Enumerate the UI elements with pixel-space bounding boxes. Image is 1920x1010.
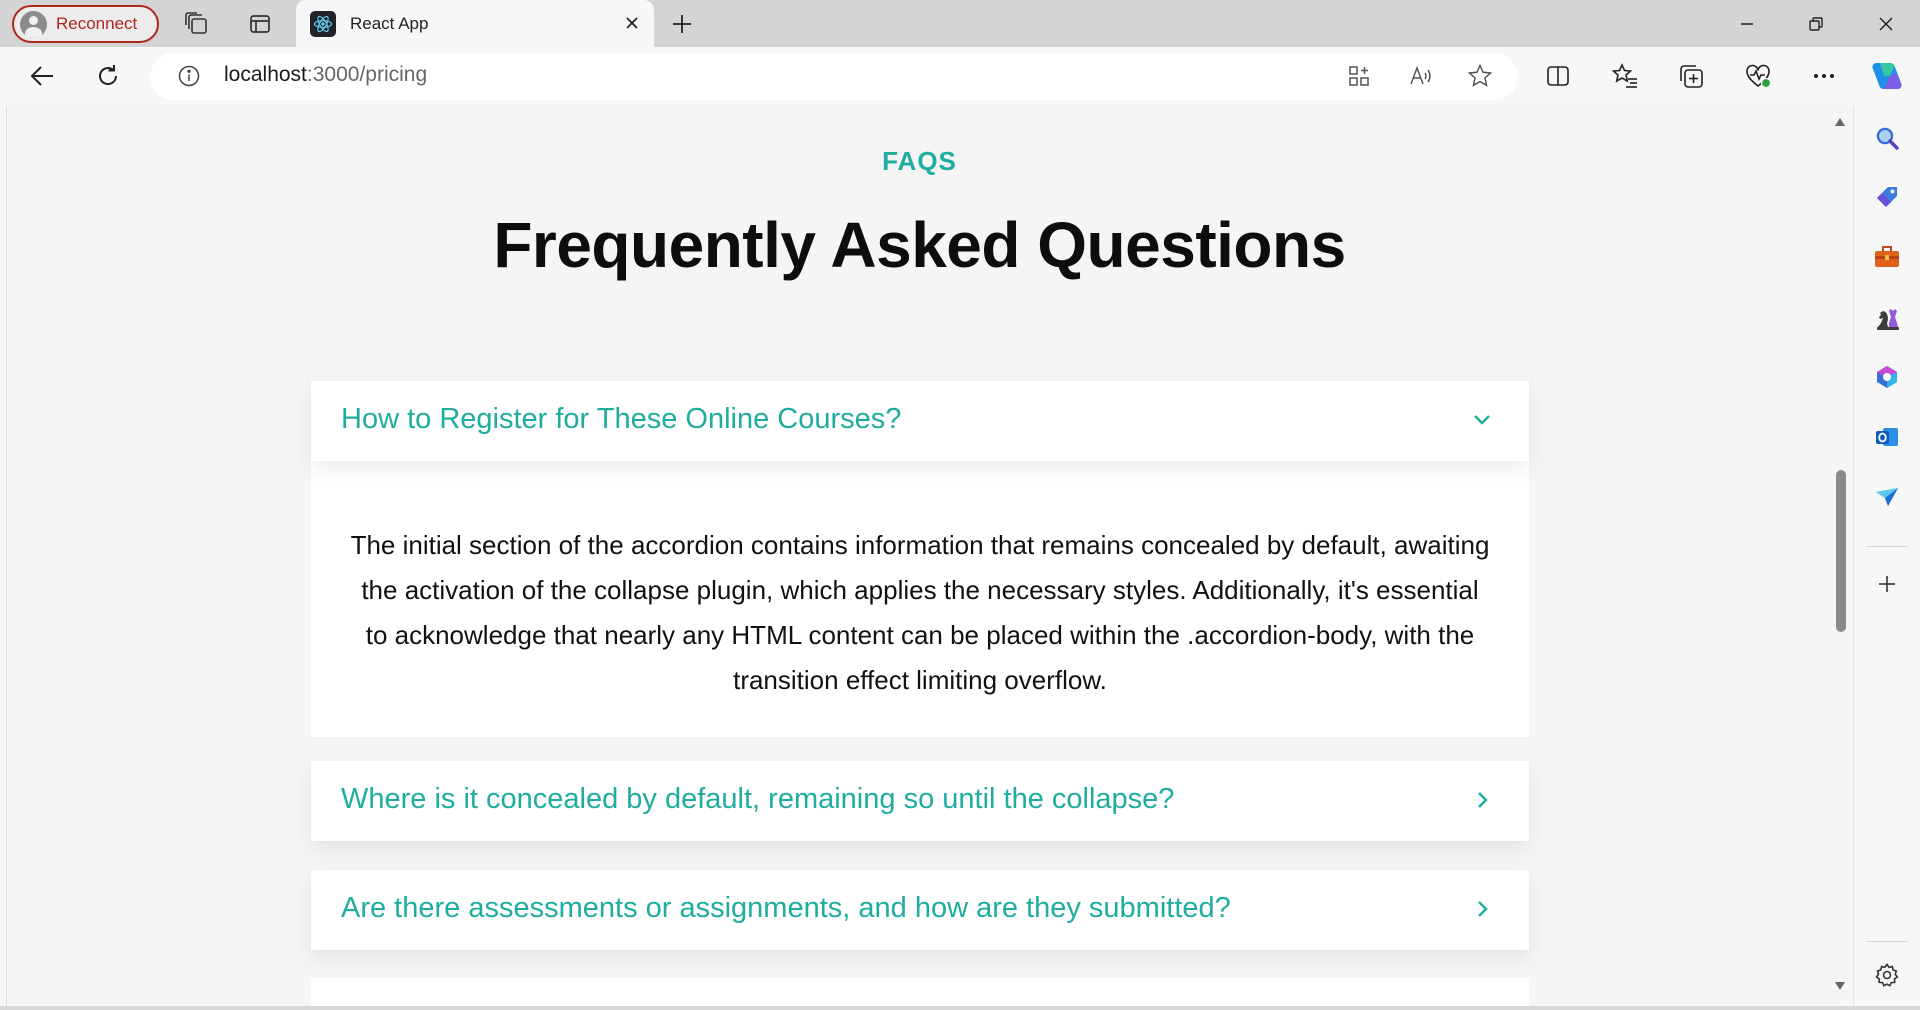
faq-item-3: Are there assessments or assignments, an… bbox=[311, 870, 1529, 950]
app-available-icon[interactable] bbox=[1341, 58, 1377, 94]
faq-header-3[interactable]: Are there assessments or assignments, an… bbox=[311, 870, 1529, 950]
tab-title: React App bbox=[350, 13, 429, 33]
faq-eyebrow: FAQS bbox=[882, 146, 957, 176]
workspaces-icon[interactable] bbox=[184, 11, 210, 37]
send-icon[interactable] bbox=[1871, 481, 1903, 513]
close-window-icon[interactable] bbox=[1866, 8, 1906, 40]
scroll-down-arrow-icon[interactable] bbox=[1834, 980, 1846, 992]
chevron-right-icon bbox=[1469, 787, 1495, 813]
sidebar-divider bbox=[1866, 941, 1908, 942]
tag-icon[interactable] bbox=[1871, 181, 1903, 213]
office-icon[interactable] bbox=[1871, 361, 1903, 393]
new-tab-icon[interactable] bbox=[668, 10, 696, 38]
page-scrollbar[interactable] bbox=[1830, 106, 1850, 1000]
more-menu-icon[interactable] bbox=[1806, 58, 1842, 94]
faq-item-2: Where is it concealed by default, remain… bbox=[311, 761, 1529, 841]
faq-item-4[interactable] bbox=[311, 978, 1529, 1006]
read-aloud-icon[interactable] bbox=[1403, 58, 1439, 94]
scrollbar-thumb[interactable] bbox=[1836, 470, 1846, 632]
chess-icon[interactable] bbox=[1871, 301, 1903, 333]
sidebar-divider bbox=[1866, 546, 1908, 547]
favorite-star-icon[interactable] bbox=[1462, 58, 1498, 94]
tab-actions-icon[interactable] bbox=[247, 11, 273, 37]
settings-icon[interactable] bbox=[1871, 959, 1903, 991]
search-icon[interactable] bbox=[1871, 122, 1903, 154]
browser-essentials-icon[interactable] bbox=[1740, 58, 1776, 94]
copilot-icon[interactable] bbox=[1869, 58, 1905, 94]
url-path: :3000/pricing bbox=[306, 63, 428, 86]
collections-icon[interactable] bbox=[1673, 58, 1709, 94]
tab-strip: Reconnect React App bbox=[0, 0, 1920, 47]
chevron-right-icon bbox=[1469, 896, 1495, 922]
window-bottom-edge bbox=[0, 1006, 1920, 1010]
page-title: Frequently Asked Questions bbox=[493, 209, 1346, 281]
back-icon[interactable] bbox=[24, 58, 60, 94]
faq-header-1[interactable]: How to Register for These Online Courses… bbox=[311, 381, 1529, 461]
minimize-icon[interactable] bbox=[1727, 8, 1767, 40]
edge-sidebar bbox=[1853, 106, 1920, 1010]
outlook-icon[interactable] bbox=[1871, 421, 1903, 453]
split-screen-icon[interactable] bbox=[1540, 58, 1576, 94]
profile-label: Reconnect bbox=[56, 14, 138, 33]
scroll-up-arrow-icon[interactable] bbox=[1834, 116, 1846, 128]
faq-question-3: Are there assessments or assignments, an… bbox=[341, 892, 1231, 924]
avatar-icon bbox=[20, 10, 47, 38]
profile-button[interactable]: Reconnect bbox=[12, 5, 159, 43]
chevron-down-icon bbox=[1469, 407, 1495, 433]
add-icon[interactable] bbox=[1871, 568, 1903, 600]
toolbox-icon[interactable] bbox=[1871, 241, 1903, 273]
url-host: localhost bbox=[224, 63, 307, 86]
faq-item-1: How to Register for These Online Courses… bbox=[311, 381, 1529, 737]
tab-react-app[interactable]: React App bbox=[296, 0, 654, 47]
refresh-icon[interactable] bbox=[90, 58, 126, 94]
url-text[interactable]: localhost:3000/pricing bbox=[224, 63, 427, 87]
page-viewport: FAQS Frequently Asked Questions How to R… bbox=[6, 106, 1838, 1006]
faq-header-2[interactable]: Where is it concealed by default, remain… bbox=[311, 761, 1529, 841]
faq-question-2: Where is it concealed by default, remain… bbox=[341, 783, 1175, 815]
faq-answer-1: The initial section of the accordion con… bbox=[350, 530, 1490, 695]
restore-icon[interactable] bbox=[1796, 8, 1836, 40]
favorites-icon[interactable] bbox=[1607, 58, 1643, 94]
site-info-icon[interactable] bbox=[171, 58, 207, 94]
react-favicon-icon bbox=[310, 10, 336, 37]
close-tab-icon[interactable] bbox=[622, 13, 642, 33]
faq-question-1: How to Register for These Online Courses… bbox=[341, 403, 902, 435]
